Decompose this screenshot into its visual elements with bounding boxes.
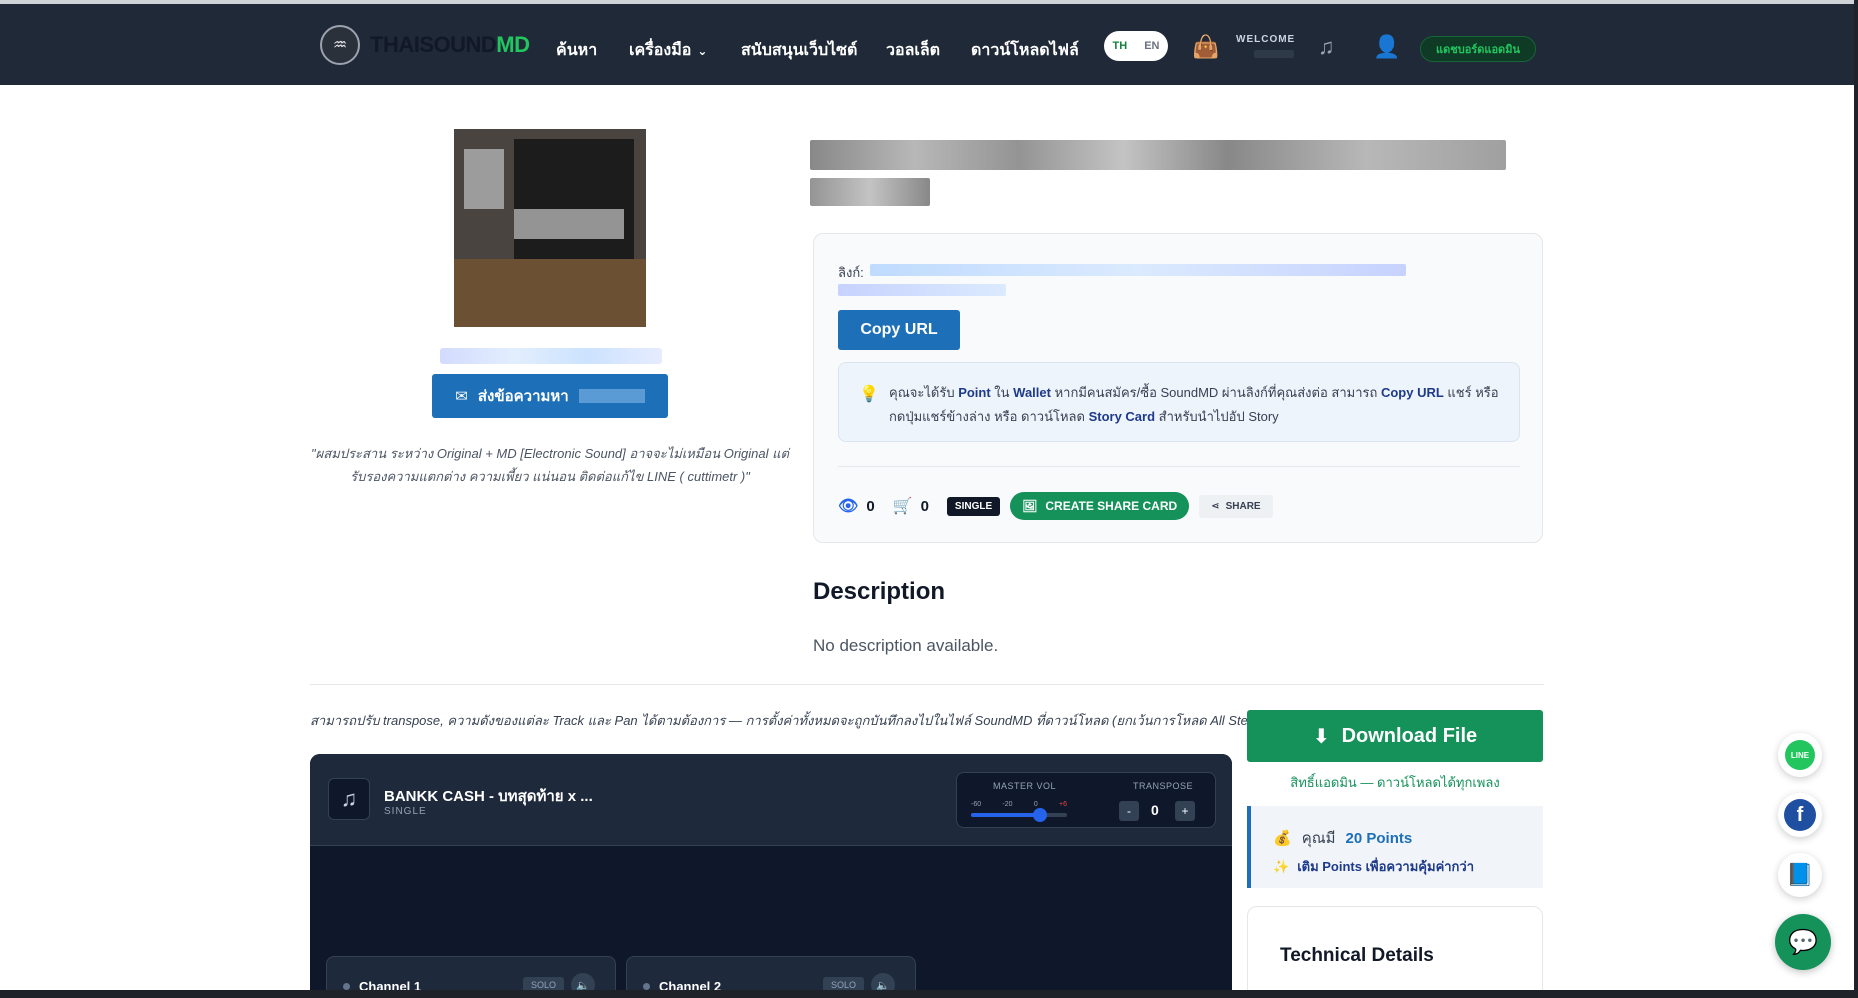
- chat-icon: 💬: [1788, 928, 1818, 956]
- nav-support-site[interactable]: สนับสนุนเว็บไซต์: [741, 38, 857, 63]
- points-balance: 💰 คุณมี 20 Points: [1273, 829, 1413, 848]
- artist-name[interactable]: [440, 348, 662, 364]
- link-label: ลิงก์:: [838, 265, 864, 280]
- admin-download-note: สิทธิ์แอดมิน — ดาวน์โหลดได้ทุกเพลง: [1290, 775, 1500, 790]
- song-title: [810, 140, 1506, 170]
- share-link-url-line2[interactable]: [838, 284, 1006, 296]
- track-type: SINGLE: [384, 806, 427, 817]
- lang-en[interactable]: EN: [1144, 40, 1159, 52]
- views-count: 👁 0: [838, 497, 875, 516]
- cart-icon: 🛒: [892, 498, 913, 515]
- window-bottom-edge: [0, 990, 1858, 998]
- song-title-line2: [810, 178, 930, 206]
- sparkle-icon: ✨: [1273, 858, 1290, 874]
- transpose-value: 0: [1151, 802, 1159, 818]
- line-button[interactable]: LINE: [1778, 733, 1822, 777]
- section-divider: [310, 684, 1544, 685]
- cloud-download-icon: ⬇: [1312, 725, 1330, 748]
- download-file-button[interactable]: ⬇ Download File: [1247, 710, 1543, 762]
- logo-badge-icon: ♒: [320, 25, 360, 65]
- album-cover: [454, 129, 646, 327]
- top-navbar: ♒ THAISOUNDMD ค้นหา เครื่องมือ ⌄ สนับสนุ…: [0, 4, 1854, 85]
- chevron-down-icon: ⌄: [697, 43, 708, 58]
- logo[interactable]: ♒ THAISOUNDMD: [320, 25, 530, 65]
- book-icon: 📘: [1786, 862, 1814, 887]
- welcome-label: WELCOME: [1236, 34, 1296, 45]
- share-button[interactable]: ⋖ SHARE: [1199, 494, 1273, 518]
- volume-knob[interactable]: [1033, 808, 1048, 822]
- music-note-icon[interactable]: ♫: [1318, 34, 1335, 60]
- transpose-plus-button[interactable]: +: [1175, 801, 1195, 821]
- share-link-card: ลิงก์: Copy URL 💡 คุณจะได้รับ Point ใน W…: [813, 233, 1543, 543]
- guide-button[interactable]: 📘: [1778, 853, 1822, 897]
- copy-url-button[interactable]: Copy URL: [838, 310, 960, 350]
- money-bag-icon: 💰: [1273, 830, 1292, 847]
- window-edge: [1854, 0, 1858, 998]
- nav-search[interactable]: ค้นหา: [556, 38, 597, 63]
- points-box: 💰 คุณมี 20 Points ✨ เติม Points เพื่อความ…: [1247, 806, 1543, 888]
- nav-download-files[interactable]: ดาวน์โหลดไฟล์: [971, 38, 1079, 63]
- music-note-icon: ♫: [328, 778, 370, 820]
- nav-wallet[interactable]: วอลเล็ต: [886, 38, 940, 63]
- card-divider: [838, 466, 1520, 467]
- track-title: BANKK CASH - บทสุดท้าย x ...: [384, 788, 593, 805]
- facebook-icon: f: [1784, 799, 1816, 831]
- logo-text: THAISOUNDMD: [370, 32, 530, 57]
- transpose-label: TRANSPOSE: [1133, 781, 1194, 791]
- send-message-button[interactable]: ✉ ส่งข้อความหา: [432, 374, 668, 418]
- create-share-card-button[interactable]: 🖼 CREATE SHARE CARD: [1010, 492, 1190, 520]
- lightbulb-icon: 💡: [859, 386, 879, 403]
- cart-count: 🛒 0: [892, 497, 929, 516]
- line-icon: LINE: [1785, 740, 1815, 770]
- description-text: No description available.: [813, 636, 999, 655]
- volume-fill: [971, 813, 1041, 817]
- share-link-url[interactable]: [870, 264, 1406, 276]
- envelope-icon: ✉: [455, 388, 468, 405]
- player-header: ♫ BANKK CASH - บทสุดท้าย x ... SINGLE MA…: [310, 754, 1232, 846]
- topup-link[interactable]: ✨ เติม Points เพื่อความคุ้มค่ากว่า: [1273, 856, 1474, 877]
- facebook-button[interactable]: f: [1778, 793, 1822, 837]
- share-icon: ⋖: [1211, 500, 1220, 512]
- master-volume-panel: MASTER VOL -60 -20 0 +6 TRANSPOSE - 0 +: [956, 772, 1216, 828]
- volume-ticks: -60 -20 0 +6: [971, 801, 1067, 808]
- technical-details-card: Technical Details: [1247, 906, 1543, 998]
- transpose-note: สามารถปรับ transpose, ความดังของแต่ละ Tr…: [310, 713, 1270, 728]
- artist-quote: "ผสมประสาน ระหว่าง Original + MD [Electr…: [311, 446, 789, 484]
- referral-tip: 💡 คุณจะได้รับ Point ใน Wallet หากมีคนสมั…: [838, 362, 1520, 442]
- description-title: Description: [813, 578, 946, 605]
- language-toggle[interactable]: TH EN: [1104, 31, 1168, 61]
- welcome-username: [1254, 50, 1294, 58]
- stats-row: 👁 0 🛒 0 SINGLE 🖼 CREATE SHARE CARD ⋖ SHA…: [838, 492, 1273, 520]
- user-icon[interactable]: 👤: [1373, 34, 1400, 60]
- chat-button[interactable]: 💬: [1775, 914, 1831, 970]
- mixer-player: ♫ BANKK CASH - บทสุดท้าย x ... SINGLE MA…: [310, 754, 1232, 998]
- type-badge: SINGLE: [946, 496, 1001, 516]
- lang-th[interactable]: TH: [1113, 40, 1128, 52]
- transpose-minus-button[interactable]: -: [1119, 801, 1139, 821]
- shopping-bag-icon[interactable]: 👜: [1192, 34, 1219, 60]
- image-icon: 🖼: [1022, 499, 1038, 513]
- admin-dashboard-button[interactable]: แดชบอร์ดแอดมิน: [1420, 36, 1536, 62]
- master-vol-label: MASTER VOL: [993, 781, 1057, 791]
- nav-tools[interactable]: เครื่องมือ ⌄: [629, 38, 707, 63]
- technical-details-title: Technical Details: [1280, 945, 1434, 966]
- master-volume-slider[interactable]: [971, 808, 1067, 822]
- eye-icon: 👁: [838, 498, 859, 515]
